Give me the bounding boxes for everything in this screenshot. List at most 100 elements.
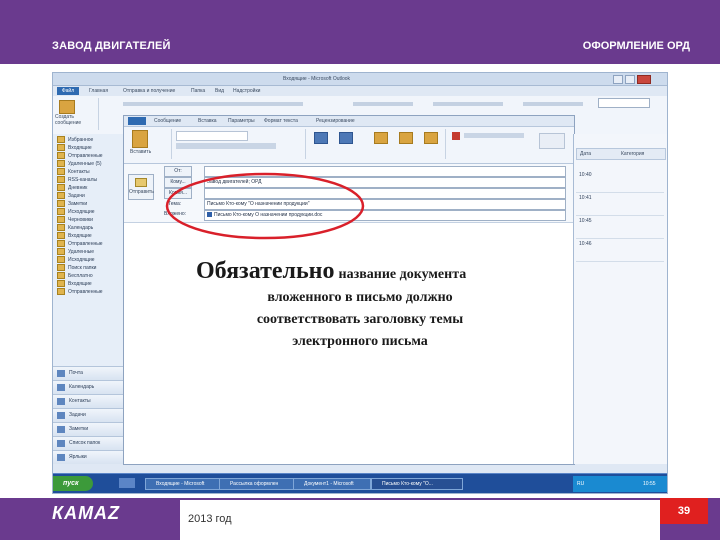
flag-icon[interactable] (452, 132, 460, 140)
address-book-icon[interactable] (314, 132, 328, 144)
taskbar-window-message[interactable]: Письмо Кто-кому "О... (371, 478, 463, 490)
tab-view[interactable]: Вид (215, 88, 224, 94)
taskbar-window-word[interactable]: Документ1 - Microsoft (293, 478, 371, 490)
format-toolbar[interactable] (176, 143, 276, 149)
nav-button[interactable]: Почта (53, 366, 123, 380)
nav-button[interactable]: Контакты (53, 394, 123, 408)
nav-button-label: Заметки (69, 426, 89, 432)
quick-launch-icons[interactable] (119, 478, 135, 488)
compose-ribbon: Вставить (124, 127, 574, 164)
folder-label: Отправленные (68, 241, 103, 247)
folder-label: Бесплатно (68, 273, 93, 279)
message-row[interactable]: 10:45 (576, 216, 664, 239)
folder-item[interactable]: Дневник (57, 184, 123, 192)
folder-item[interactable]: Входящие (57, 232, 123, 240)
tab-message[interactable]: Сообщение (154, 118, 181, 124)
folder-item[interactable]: Черновики (57, 216, 123, 224)
folder-item[interactable]: Бесплатно (57, 272, 123, 280)
tab-review[interactable]: Рецензирование (316, 118, 355, 124)
folder-item[interactable]: Удаленные (57, 248, 123, 256)
compose-tabs: Сообщение Вставка Параметры Формат текст… (124, 116, 574, 127)
tab-home[interactable]: Главная (89, 88, 108, 94)
folder-item[interactable]: Исходящие (57, 208, 123, 216)
compose-file-tab[interactable] (128, 117, 146, 125)
folder-item[interactable]: Удаленные (5) (57, 160, 123, 168)
folder-item[interactable]: Контакты (57, 168, 123, 176)
column-date[interactable]: Дата (580, 151, 591, 157)
window-title: Входящие - Microsoft Outlook (283, 76, 351, 82)
tab-insert[interactable]: Вставка (198, 118, 217, 124)
folder-icon (57, 176, 65, 184)
tab-file[interactable]: Файл (57, 87, 79, 95)
send-button[interactable]: Отправить (128, 174, 154, 200)
nav-button-icon (57, 454, 65, 461)
folder-item[interactable]: Отправленные (57, 288, 123, 296)
message-row[interactable]: 10:40 (576, 170, 664, 193)
tab-send-receive[interactable]: Отправка и получение (123, 88, 175, 94)
signature-icon[interactable] (424, 132, 438, 144)
folder-label: Дневник (68, 185, 88, 191)
slide-header: ЗАВОД ДВИГАТЕЛЕЙ ОФОРМЛЕНИЕ ОРД (0, 0, 720, 64)
new-mail-button-label[interactable]: Создать сообщение (55, 114, 95, 126)
folder-label: Избранное (68, 137, 94, 143)
tab-addins[interactable]: Надстройки (233, 88, 260, 94)
nav-button[interactable]: Ярлыки (53, 450, 123, 464)
folder-item[interactable]: Входящие (57, 144, 123, 152)
tab-options[interactable]: Параметры (228, 118, 255, 124)
close-button[interactable] (637, 75, 651, 84)
message-list: 10:40 10:41 10:45 10:46 (576, 170, 664, 262)
folder-item[interactable]: Входящие (57, 280, 123, 288)
attach-item-icon[interactable] (399, 132, 413, 144)
folder-item[interactable]: Избранное (57, 136, 123, 144)
folder-item[interactable]: RSS-каналы (57, 176, 123, 184)
folder-label: Входящие (68, 281, 92, 287)
tab-folder[interactable]: Папка (191, 88, 205, 94)
folder-item[interactable]: Поиск папки (57, 264, 123, 272)
nav-button[interactable]: Список папок (53, 436, 123, 450)
taskbar-window-mailing[interactable]: Рассылка оформлен (219, 478, 297, 490)
language-indicator[interactable]: RU (577, 481, 584, 487)
message-row[interactable]: 10:41 (576, 193, 664, 216)
folder-item[interactable]: Отправленные (57, 152, 123, 160)
nav-button[interactable]: Заметки (53, 422, 123, 436)
folder-item[interactable]: Исходящие (57, 256, 123, 264)
nav-button-icon (57, 440, 65, 447)
nav-button-icon (57, 384, 65, 391)
zoom-button[interactable] (539, 133, 565, 149)
minimize-button[interactable] (613, 75, 623, 84)
clipboard-icon[interactable] (132, 130, 148, 148)
folder-label: Входящие (68, 233, 92, 239)
folder-icon (57, 168, 65, 176)
tab-format-text[interactable]: Формат текста (264, 118, 298, 124)
nav-button[interactable]: Задачи (53, 408, 123, 422)
send-icon (135, 178, 147, 187)
ribbon-divider (170, 129, 172, 159)
folder-item[interactable]: Задачи (57, 192, 123, 200)
maximize-button[interactable] (625, 75, 635, 84)
folder-item[interactable]: Заметки (57, 200, 123, 208)
annotation-note-line4: электронного письма (292, 334, 428, 349)
folder-item[interactable]: Календарь (57, 224, 123, 232)
column-category[interactable]: Категория (621, 151, 644, 157)
taskbar-window-outlook[interactable]: Входящие - Microsoft (145, 478, 223, 490)
new-mail-icon[interactable] (59, 100, 75, 114)
paste-button-label[interactable]: Вставить (130, 149, 151, 155)
folder-item[interactable]: Отправленные (57, 240, 123, 248)
attach-file-icon[interactable] (374, 132, 388, 144)
start-button[interactable]: пуск (53, 476, 93, 491)
clock[interactable]: 10:55 (643, 481, 656, 487)
nav-button-label: Календарь (69, 384, 95, 390)
folder-label: Заметки (68, 201, 88, 207)
ribbon-group-bar (353, 102, 413, 106)
font-select[interactable] (176, 131, 248, 141)
folder-icon (57, 264, 65, 272)
nav-button[interactable]: Календарь (53, 380, 123, 394)
search-people-input[interactable] (598, 98, 650, 108)
annotation-note-line2: вложенного в письмо должно (267, 290, 453, 305)
folder-icon (57, 144, 65, 152)
message-row[interactable]: 10:46 (576, 239, 664, 262)
folder-icon (57, 224, 65, 232)
folder-label: Удаленные (5) (68, 161, 102, 167)
check-names-icon[interactable] (339, 132, 353, 144)
nav-button-icon (57, 426, 65, 433)
